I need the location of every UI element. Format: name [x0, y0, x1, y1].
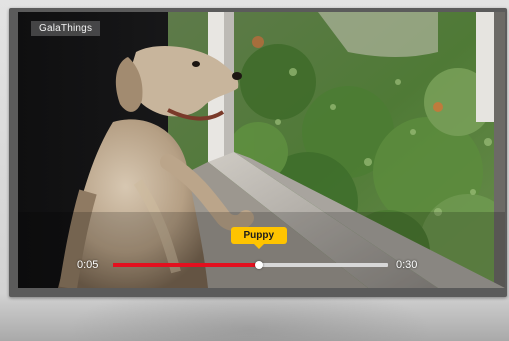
- progress-bar[interactable]: [113, 263, 388, 267]
- duration-time: 0:30: [396, 259, 418, 271]
- video-player[interactable]: GalaThings 0:05 0:30 Puppy: [18, 12, 505, 288]
- scrubber-handle-icon[interactable]: [254, 261, 263, 269]
- preview-tooltip: Puppy: [230, 227, 287, 249]
- channel-watermark: GalaThings: [31, 21, 101, 36]
- progress-fill: [113, 263, 259, 267]
- current-time: 0:05: [77, 259, 99, 271]
